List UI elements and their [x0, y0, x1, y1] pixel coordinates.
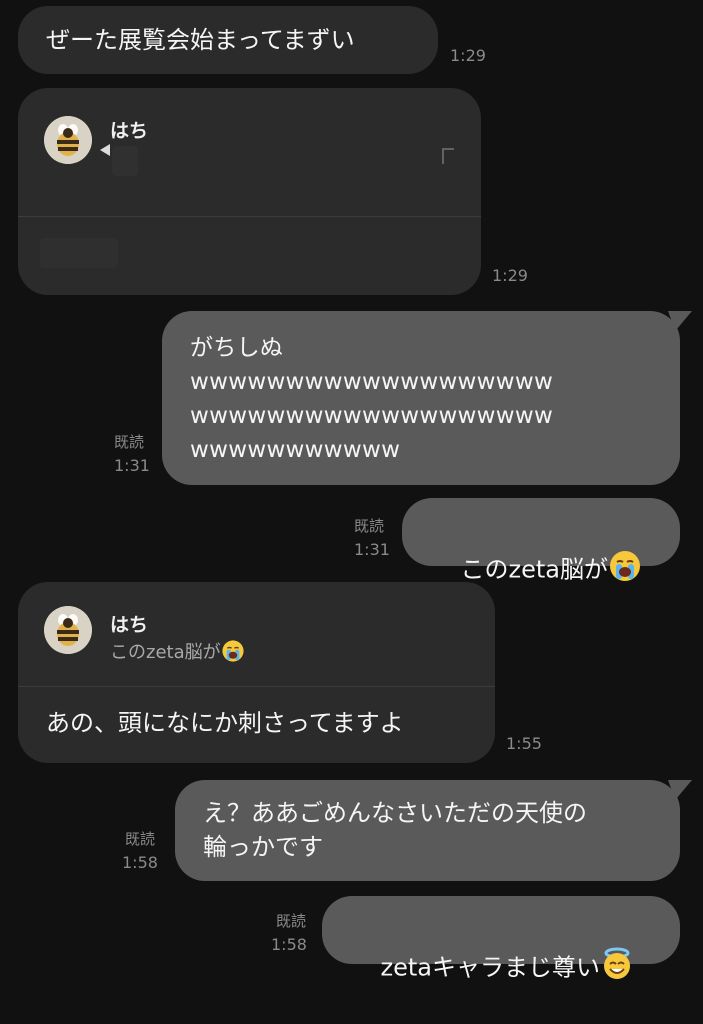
- quote-blurred-mark: [442, 148, 454, 164]
- message-time: 1:58: [271, 935, 307, 954]
- loudly-crying-face-icon: [221, 639, 245, 668]
- message-time: 1:29: [492, 266, 528, 285]
- read-status: 既読: [354, 517, 385, 535]
- quote-divider: [18, 686, 495, 687]
- quote-text: このzeta脳が: [110, 642, 221, 663]
- quote-text-row: このzeta脳が: [110, 638, 245, 668]
- message-bubble-outgoing[interactable]: え？ああごめんなさいただの天使の 輪っかです: [175, 780, 680, 881]
- message-time: 1:31: [114, 456, 150, 475]
- reply-bubble-incoming[interactable]: はち: [18, 88, 481, 295]
- bee-avatar-icon: [44, 606, 92, 654]
- avatar[interactable]: [44, 116, 92, 164]
- message-time: 1:29: [450, 46, 486, 65]
- message-bubble-outgoing[interactable]: がちしぬ wwwwwwwwwwwwwwwwwww wwwwwwwwwwwwwww…: [162, 311, 680, 485]
- message-bubble-incoming[interactable]: ぜーた展覧会始まってまずい: [18, 6, 438, 74]
- read-status: 既読: [125, 830, 156, 848]
- quote-blurred-preview: [112, 146, 138, 176]
- reply-blurred-content: [40, 238, 118, 268]
- message-text: ぜーた展覧会始まってまずい: [46, 26, 355, 54]
- message-text: zetaキャラまじ尊い: [380, 953, 600, 982]
- message-bubble-outgoing[interactable]: zetaキャラまじ尊い: [322, 896, 680, 982]
- message-text: あの、頭になにか刺さってますよ: [46, 709, 404, 737]
- loudly-crying-face-icon: [608, 549, 642, 592]
- quote-sender-name: はち: [110, 120, 149, 142]
- message-bubble-outgoing[interactable]: このzeta脳が: [402, 498, 680, 584]
- read-status: 既読: [114, 433, 145, 451]
- message-text: がちしぬ wwwwwwwwwwwwwwwwwww wwwwwwwwwwwwwww…: [190, 335, 554, 463]
- read-status: 既読: [276, 912, 307, 930]
- message-time: 1:55: [506, 734, 542, 753]
- smiling-face-with-halo-icon: [600, 947, 634, 990]
- bee-avatar-icon: [44, 116, 92, 164]
- message-text-row: zetaキャラまじ尊い: [350, 913, 634, 1024]
- message-time: 1:31: [354, 540, 390, 559]
- avatar[interactable]: [44, 606, 92, 654]
- quote-sender-name: はち: [110, 614, 149, 636]
- quote-divider: [18, 216, 481, 217]
- message-time: 1:58: [122, 853, 158, 872]
- reply-bubble-incoming[interactable]: はち このzeta脳が あの、頭になにか刺さってますよ: [18, 582, 495, 763]
- message-text: このzeta脳が: [460, 555, 608, 584]
- avatar-tail: [100, 144, 110, 156]
- message-text: え？ああごめんなさいただの天使の 輪っかです: [203, 799, 587, 861]
